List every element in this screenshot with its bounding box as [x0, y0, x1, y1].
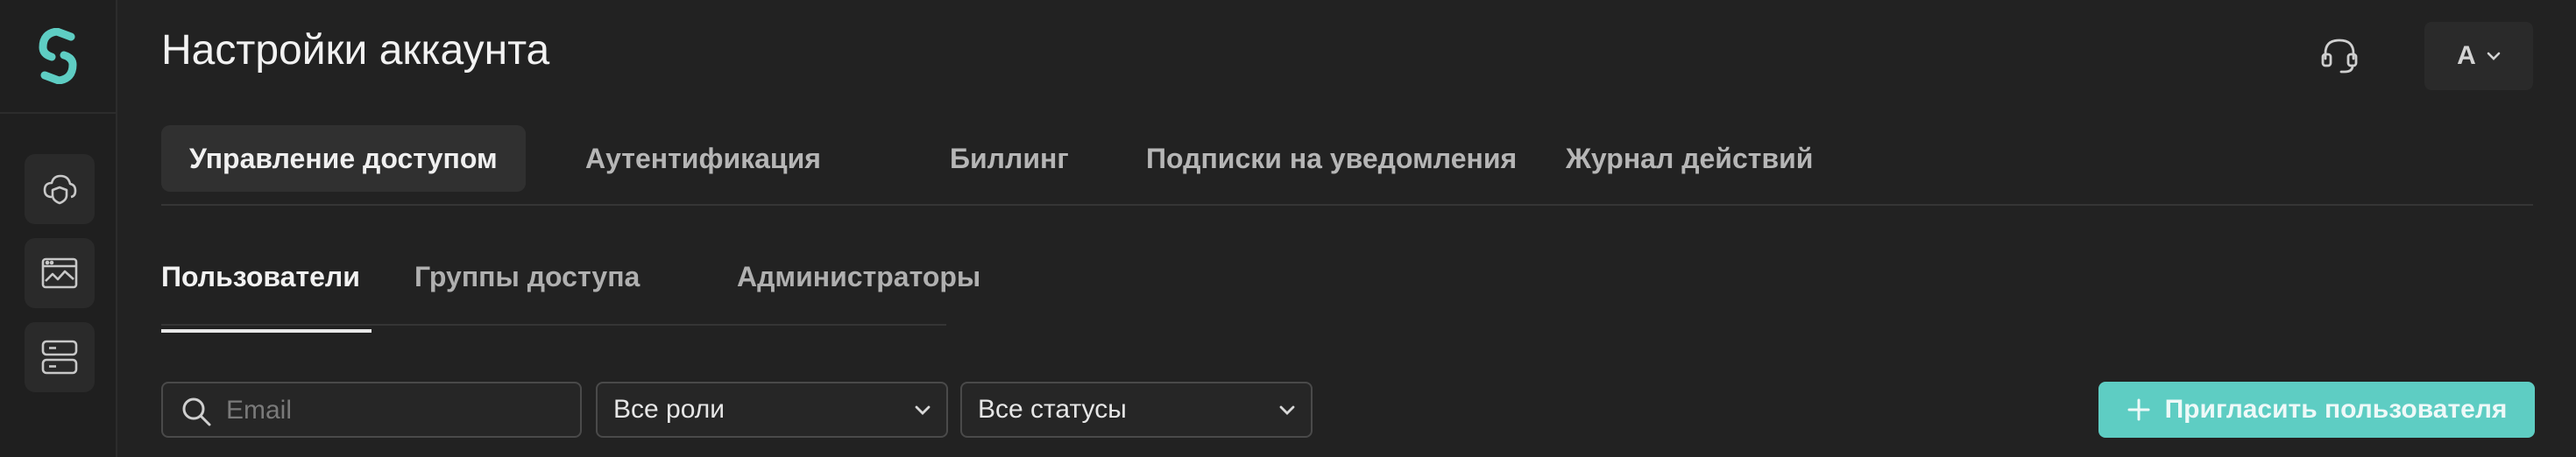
tab-label: Подписки на уведомления: [1146, 142, 1518, 174]
support-button[interactable]: [2317, 33, 2362, 79]
account-initial: A: [2457, 41, 2476, 70]
tab-billing[interactable]: Биллинг: [950, 125, 1069, 192]
tab-label: Аутентификация: [585, 142, 821, 174]
cloud-shield-icon: [43, 174, 77, 205]
headset-icon: [2321, 39, 2358, 74]
main-content: Настройки аккаунта A Управление доступом…: [117, 0, 2576, 457]
tab-access-management[interactable]: Управление доступом: [161, 125, 526, 192]
invite-user-button[interactable]: Пригласить пользователя: [2098, 382, 2535, 438]
email-search-field: [161, 382, 582, 438]
page-title: Настройки аккаунта: [161, 27, 550, 74]
chevron-down-icon: [2487, 52, 2501, 60]
subtab-label: Группы доступа: [414, 261, 640, 292]
subtab-access-groups[interactable]: Группы доступа: [414, 261, 640, 324]
plus-icon: [2127, 398, 2150, 421]
tab-authentication[interactable]: Аутентификация: [585, 125, 821, 192]
email-search-input[interactable]: [224, 383, 570, 438]
sidebar-item-cloud-security[interactable]: [25, 154, 95, 224]
logo-icon[interactable]: [36, 28, 80, 84]
tab-notification-subscriptions[interactable]: Подписки на уведомления: [1146, 125, 1517, 192]
status-filter-value: Все статусы: [978, 395, 1127, 424]
invite-user-label: Пригласить пользователя: [2164, 395, 2508, 424]
subtab-administrators[interactable]: Администраторы: [737, 261, 980, 324]
tab-label: Журнал действий: [1566, 142, 1814, 174]
sidebar: [0, 0, 117, 457]
account-menu-button[interactable]: A: [2424, 22, 2533, 90]
subtab-users[interactable]: Пользователи: [161, 261, 372, 333]
tab-label: Управление доступом: [189, 142, 498, 174]
sidebar-item-monitoring[interactable]: [25, 238, 95, 308]
search-icon: [182, 397, 211, 426]
access-subtabs: Пользователи Группы доступа Администрато…: [161, 254, 980, 333]
logo-area: [0, 0, 116, 114]
settings-tabs: Управление доступом Аутентификация Билли…: [161, 125, 2533, 206]
tab-label: Биллинг: [950, 142, 1069, 174]
chevron-down-icon: [915, 405, 931, 415]
role-filter-value: Все роли: [613, 395, 725, 424]
role-filter-select[interactable]: Все роли: [596, 382, 948, 438]
subtab-label: Пользователи: [161, 261, 360, 292]
sidebar-item-servers[interactable]: [25, 322, 95, 392]
tab-activity-log[interactable]: Журнал действий: [1566, 125, 1813, 192]
monitoring-window-icon: [41, 257, 78, 289]
server-icon: [41, 340, 78, 375]
subtab-label: Администраторы: [737, 261, 981, 292]
chevron-down-icon: [1279, 405, 1295, 415]
status-filter-select[interactable]: Все статусы: [960, 382, 1313, 438]
